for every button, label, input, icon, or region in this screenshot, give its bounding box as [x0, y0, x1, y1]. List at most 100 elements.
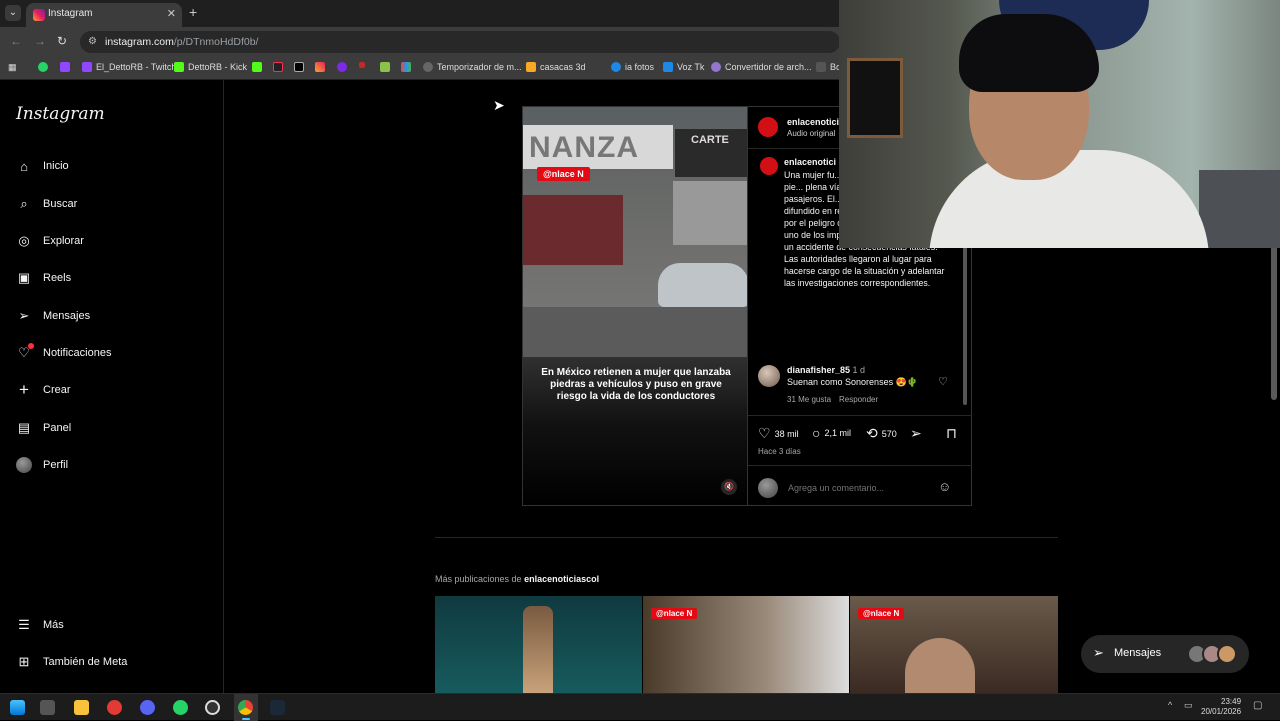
enlace-badge: @nlace N — [858, 608, 905, 619]
more-post-thumbnail[interactable]: @nlace N — [850, 596, 1058, 693]
commenter-avatar[interactable] — [758, 365, 780, 387]
steam-icon[interactable] — [270, 700, 285, 715]
comment-button[interactable]: ○ 2,1 mil — [812, 425, 851, 441]
comment-username[interactable]: dianafisher_85 1 d — [787, 365, 865, 375]
bookmark-timer[interactable]: Temporizador de m... — [423, 62, 522, 72]
browser-tab-instagram[interactable]: Instagram ✕ — [26, 3, 182, 27]
menu-icon: ☰ — [18, 617, 30, 632]
sidebar-item-reels[interactable]: ▣ Reels — [16, 270, 71, 286]
caption-author-avatar[interactable] — [758, 155, 780, 177]
whatsapp-icon — [38, 62, 48, 72]
tiktok-icon — [273, 62, 283, 72]
search-icon: ⌕ — [20, 196, 28, 211]
whatsapp-icon[interactable] — [173, 700, 188, 715]
messages-button[interactable]: ➢ Mensajes — [1081, 635, 1249, 673]
avatar — [1217, 644, 1237, 664]
instagram-icon — [315, 62, 325, 72]
url-text: instagram.com/p/DTnmoHdDf0b/ — [105, 36, 259, 48]
sidebar-item-notificaciones[interactable]: ♡ Notificaciones — [16, 343, 111, 361]
network-icon[interactable]: ▭ — [1184, 700, 1193, 711]
audio-label[interactable]: Audio original — [787, 129, 835, 138]
mouse-cursor-icon: ➤ — [493, 97, 505, 113]
video-billboard: CARTE — [675, 129, 747, 177]
tray-chevron-icon[interactable]: ^ — [1168, 700, 1172, 710]
bookmark-twitch[interactable]: El_DettoRB - Twitch — [82, 62, 176, 72]
twitch-icon — [82, 62, 92, 72]
like-button[interactable]: ♡ 38 mil — [758, 425, 799, 442]
sidebar-item-buscar[interactable]: ⌕ Buscar — [16, 196, 77, 212]
bookmark-red[interactable] — [359, 62, 365, 68]
save-button[interactable]: ⊓ — [946, 425, 957, 442]
bookmark-kick[interactable]: DettoRB - Kick — [174, 62, 247, 72]
emoji-icon[interactable]: ☺ — [938, 479, 951, 494]
sidebar-item-label: Perfil — [43, 459, 69, 471]
forward-arrow-icon[interactable]: → — [34, 34, 46, 48]
sidebar-item-explorar[interactable]: ◎ Explorar — [16, 233, 84, 249]
bookmark-kick-small[interactable] — [252, 62, 262, 72]
notification-icon[interactable]: ▢ — [1253, 700, 1262, 711]
author-avatar[interactable] — [756, 115, 780, 139]
back-arrow-icon[interactable]: ← — [10, 34, 22, 48]
reels-icon: ▣ — [17, 270, 31, 285]
bookmark-ia-fotos[interactable]: ia fotos — [611, 62, 654, 72]
actions-divider — [748, 415, 972, 416]
comment-input[interactable]: Agrega un comentario... — [788, 483, 884, 493]
reload-icon[interactable]: ↻ — [57, 34, 67, 48]
author-username[interactable]: enlacenotici — [787, 117, 839, 127]
bookmark-puzzle[interactable] — [380, 62, 390, 72]
more-post-thumbnail[interactable] — [435, 596, 642, 693]
windows-start-icon[interactable] — [10, 700, 25, 715]
address-bar[interactable]: ⚙ instagram.com/p/DTnmoHdDf0b/ — [80, 31, 840, 53]
discord-icon[interactable] — [140, 700, 155, 715]
caption-author-username[interactable]: enlacenotici — [784, 157, 836, 167]
meta-icon: ⊞ — [18, 654, 30, 669]
post-video[interactable]: NANZA CARTE @nlace N En México retienen … — [522, 106, 748, 506]
apps-grid-icon[interactable]: ▦ — [8, 62, 17, 73]
messages-label: Mensajes — [1114, 647, 1162, 659]
bookmark-dots[interactable] — [401, 62, 411, 72]
close-tab-icon[interactable]: ✕ — [167, 7, 176, 20]
kick-icon — [174, 62, 184, 72]
bookmark-tiktok[interactable] — [273, 62, 283, 72]
mute-icon[interactable]: 🔇 — [721, 479, 737, 495]
bookmark-instagram[interactable] — [315, 62, 325, 72]
sidebar-item-inicio[interactable]: ⌂ Inicio — [16, 158, 69, 174]
enlace-badge: @nlace N — [651, 608, 698, 619]
file-explorer-icon[interactable] — [74, 700, 89, 715]
clock[interactable]: 23:49 20/01/2026 — [1201, 697, 1241, 717]
twitch-icon — [60, 62, 70, 72]
kick-icon — [252, 62, 262, 72]
new-tab-button[interactable]: + — [189, 5, 197, 19]
more-posts-account[interactable]: enlacenoticiascol — [524, 574, 599, 584]
bookmark-twitch-small[interactable] — [60, 62, 70, 72]
sidebar-item-mas[interactable]: ☰ Más — [16, 617, 64, 633]
sidebar-item-crear[interactable]: + Crear — [16, 380, 70, 399]
share-button[interactable]: ➢ — [910, 425, 922, 442]
send-icon: ➢ — [1093, 645, 1104, 660]
app-icon[interactable] — [107, 700, 122, 715]
bookmark-convertidor[interactable]: Convertidor de arch... — [711, 62, 812, 72]
sidebar-item-perfil[interactable]: Perfil — [16, 457, 68, 473]
comment-likes-count[interactable]: 31 Me gusta — [787, 395, 831, 404]
task-view-icon[interactable] — [40, 700, 55, 715]
bookmark-whatsapp[interactable] — [38, 62, 48, 72]
bookmark-voz-tk[interactable]: Voz Tk — [663, 62, 704, 72]
bookmark-canva[interactable] — [337, 62, 347, 72]
chrome-icon[interactable] — [238, 700, 253, 715]
comment-like-heart-icon[interactable]: ♡ — [938, 375, 948, 388]
sidebar-item-tambien-de-meta[interactable]: ⊞ También de Meta — [16, 654, 128, 670]
sidebar-item-panel[interactable]: ▤ Panel — [16, 420, 71, 436]
repost-button[interactable]: ⟲ 570 — [866, 425, 897, 442]
heart-icon: ♡ — [16, 343, 34, 361]
bookmark-x[interactable] — [294, 62, 304, 72]
reply-button[interactable]: Responder — [839, 395, 878, 404]
sidebar-item-mensajes[interactable]: ➢ Mensajes — [16, 308, 91, 324]
site-info-icon[interactable]: ⚙ — [88, 36, 97, 47]
canva-icon — [337, 62, 347, 72]
obs-icon[interactable] — [205, 700, 220, 715]
avatar — [16, 457, 32, 473]
instagram-logo[interactable]: Instagram — [16, 104, 105, 124]
more-post-thumbnail[interactable]: @nlace N — [643, 596, 849, 693]
tab-search-button[interactable]: ⌄ — [5, 5, 21, 21]
bookmark-casacas[interactable]: casacas 3d — [526, 62, 586, 72]
